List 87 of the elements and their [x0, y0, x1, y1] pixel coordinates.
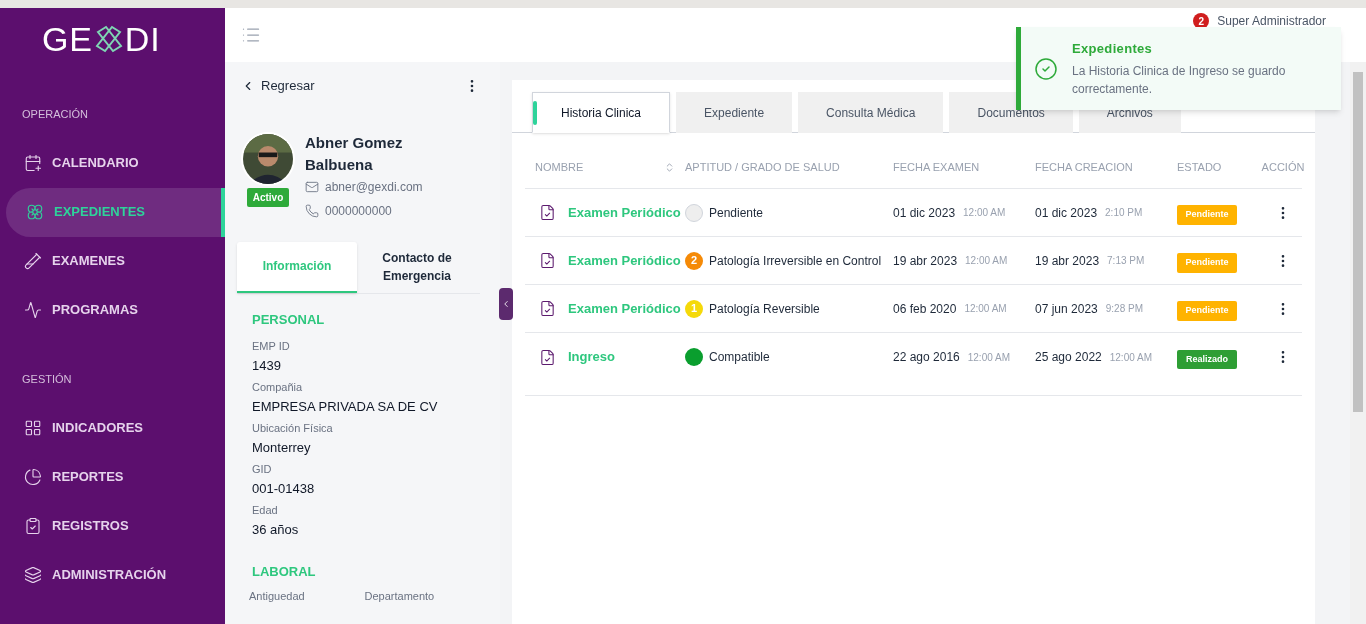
grid-icon	[24, 418, 42, 437]
field-value: Monterrey	[252, 439, 312, 457]
collapse-button[interactable]	[499, 288, 513, 320]
document-icon	[539, 300, 556, 317]
table-cell-text: 01 dic 2023	[893, 204, 956, 222]
field-value: 1439	[252, 357, 282, 375]
document-icon	[539, 252, 556, 269]
chevron-left-icon	[501, 299, 511, 309]
column-header: APTITUD / GRADO DE SALUD	[685, 160, 840, 176]
status-badge: Realizado	[1177, 349, 1237, 370]
flower-icon	[26, 203, 44, 221]
pulse-icon	[24, 301, 42, 319]
table-cell-text: 12:00 AM	[967, 350, 1010, 365]
table-cell-text: 01 dic 2023	[1035, 204, 1098, 222]
field-value: EMPRESA PRIVADA SA DE CV	[252, 398, 439, 416]
table-cell-text: 2:10 PM	[1105, 206, 1143, 220]
layers-icon	[24, 565, 42, 584]
test-tube-icon	[24, 252, 42, 270]
table-cell-text: 07 jun 2023	[1035, 300, 1098, 318]
sidebar-item[interactable]: PROGRAMAS	[0, 285, 225, 335]
sidebar-item[interactable]: EXAMENES	[0, 236, 225, 286]
field-label: EMP ID	[252, 339, 291, 354]
record-tab[interactable]: Expediente	[676, 92, 793, 133]
logo-text: GE	[42, 18, 93, 60]
table-cell-text: 19 abr 2023	[893, 252, 958, 270]
status-badge: Pendiente	[1177, 253, 1237, 273]
table-cell-text: 19 abr 2023	[1035, 252, 1100, 270]
record-tab[interactable]: Consulta Médica	[798, 92, 944, 133]
column-header: FECHA CREACION	[1035, 160, 1133, 176]
scrollbar[interactable]	[1350, 62, 1366, 624]
column-header: NOMBRE	[535, 160, 584, 176]
field-label: Compañia	[252, 380, 304, 395]
clipboard-check-icon	[24, 516, 42, 535]
pie-chart-icon	[24, 467, 42, 486]
column-header: ESTADO	[1177, 160, 1222, 176]
column-header: ACCIÓN	[1261, 160, 1305, 176]
status-badge: Activo	[246, 187, 290, 207]
document-icon	[539, 348, 556, 366]
health-label: Patología Irreversible en Control	[709, 252, 882, 270]
record-tab[interactable]: Historia Clinica	[532, 92, 671, 133]
table-cell-text: 22 ago 2016	[893, 349, 960, 366]
field-label: Ubicación Física	[252, 421, 334, 436]
grade-badge: 1	[685, 299, 703, 318]
section-title: GESTIÓN	[21, 371, 73, 387]
sidebar-item[interactable]: REGISTROS	[0, 501, 225, 550]
mail-icon	[305, 179, 319, 194]
logo-text: DI	[124, 18, 161, 60]
section-heading: LABORAL	[252, 563, 317, 581]
field-value: 001-01438	[252, 480, 316, 498]
health-label: Pendiente	[709, 204, 764, 222]
sidebar-item[interactable]: INDICADORES	[0, 403, 225, 452]
success-icon	[1034, 56, 1058, 81]
table-cell-text: 25 ago 2022	[1035, 349, 1102, 366]
status-badge: Pendiente	[1177, 205, 1237, 225]
field-value: 36 años	[252, 521, 300, 539]
table-cell-text: 12:00 AM	[1109, 350, 1152, 365]
table-cell-text: 9:28 PM	[1105, 302, 1143, 316]
section-heading: PERSONAL	[252, 310, 326, 329]
field-label: Departamento	[364, 588, 436, 604]
patient-name: Abner Gomez Balbuena	[305, 132, 404, 175]
sidebar-item[interactable]: ADMINISTRACIÓN	[0, 550, 225, 599]
user-name: Super Administrador	[1217, 13, 1326, 30]
table-cell-text: 12:00 AM	[965, 254, 1008, 268]
logo-icon	[93, 24, 124, 54]
health-label: Compatible	[709, 349, 770, 366]
grade-badge: 2	[685, 251, 703, 270]
phone-icon	[305, 203, 319, 218]
sidebar-item[interactable]: CALENDARIO	[0, 138, 225, 188]
back-link[interactable]: Regresar	[241, 76, 315, 96]
section-title: OPERACIÓN	[21, 107, 89, 122]
email: abner@gexdi.com	[325, 178, 423, 196]
status-badge: Pendiente	[1177, 301, 1237, 321]
column-header: FECHA EXAMEN	[893, 160, 980, 176]
document-icon	[539, 204, 556, 221]
toast-title: Expedientes	[1072, 40, 1154, 59]
field-label: GID	[252, 462, 273, 477]
health-label: Patología Reversible	[709, 300, 820, 318]
table-cell-text: 06 feb 2020	[893, 300, 957, 318]
profile-tab[interactable]: Contacto de Emergencia	[357, 241, 477, 293]
sidebar-item[interactable]: REPORTES	[0, 452, 225, 501]
table-cell-text: 12:00 AM	[963, 206, 1006, 220]
field-label: Antiguedad	[249, 588, 306, 604]
field-label: Edad	[252, 503, 279, 518]
calendar-icon	[24, 154, 42, 172]
table-cell-text: 12:00 AM	[964, 302, 1007, 316]
table-cell-text: 7:13 PM	[1107, 254, 1145, 268]
phone-number: 0000000000	[325, 202, 392, 220]
